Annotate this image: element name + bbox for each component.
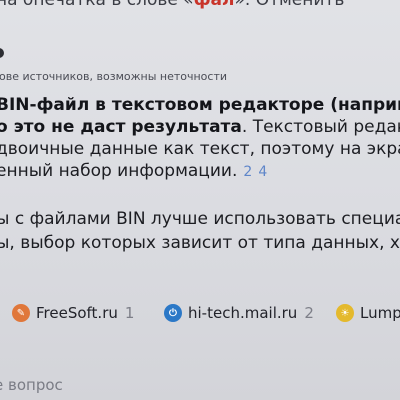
source-count: 1: [124, 304, 135, 322]
source-count: 2: [304, 304, 314, 322]
spellcheck-word: фал: [193, 0, 235, 10]
answer-paragraph-2: ы с файлами BIN лучше использовать специ…: [0, 207, 400, 255]
answer-line-2: о это не даст результата. Текстовый реда…: [0, 116, 400, 138]
answer-line-2-text: . Текстовый редактор поп: [241, 117, 400, 137]
answer-line-3: двоичные данные как текст, поэтому на эк…: [0, 139, 400, 159]
para2-line-1: ы с файлами BIN лучше использовать специ…: [0, 209, 400, 229]
source-name: Lump: [360, 304, 400, 322]
source-freesoft[interactable]: ✎ FreeSoft.ru 1: [12, 304, 134, 322]
sources-list: ✎ FreeSoft.ru 1 ⏻ hi-tech.mail.ru 2 ☀ Lu…: [0, 304, 400, 330]
ask-question-link[interactable]: е вопрос: [0, 376, 63, 394]
source-lumpics[interactable]: ☀ Lump: [336, 304, 400, 322]
sources-disclaimer: ове источников, возможны неточности: [0, 70, 227, 83]
spellcheck-undo-link[interactable]: Отменить: [256, 0, 345, 10]
reference-link-2[interactable]: 2: [243, 164, 252, 180]
reference-link-4[interactable]: 4: [258, 164, 267, 180]
spellcheck-notice: на опечатка в слове «фал». Отменить: [0, 0, 400, 10]
freesoft-icon: ✎: [12, 304, 30, 322]
source-name: hi-tech.mail.ru: [188, 304, 298, 322]
answer-line-2-bold: о это не даст результата: [0, 117, 242, 137]
lumpics-icon: ☀: [336, 304, 354, 322]
para2-line-2: ы, выбор которых зависит от типа данных,…: [0, 233, 400, 253]
source-hi-tech-mail[interactable]: ⏻ hi-tech.mail.ru 2: [164, 304, 314, 322]
answer-line-1: BIN-файл в текстовом редакторе (например…: [0, 94, 400, 116]
answer-line-1-bold: BIN-файл в текстовом редакторе (например…: [0, 95, 400, 115]
spellcheck-prefix: на опечатка в слове «: [0, 0, 194, 10]
spellcheck-suffix: ».: [234, 0, 256, 10]
answer-paragraph: BIN-файл в текстовом редакторе (например…: [0, 94, 400, 182]
ai-answer-bullet-icon: [0, 48, 4, 58]
source-name: FreeSoft.ru: [36, 304, 118, 322]
mail-icon: ⏻: [164, 304, 182, 322]
answer-line-4-text: енный набор информации.: [0, 161, 238, 181]
answer-line-4: енный набор информации. 2 4: [0, 160, 400, 182]
ai-answer-screen: на опечатка в слове «фал». Отменить ове …: [0, 0, 400, 400]
